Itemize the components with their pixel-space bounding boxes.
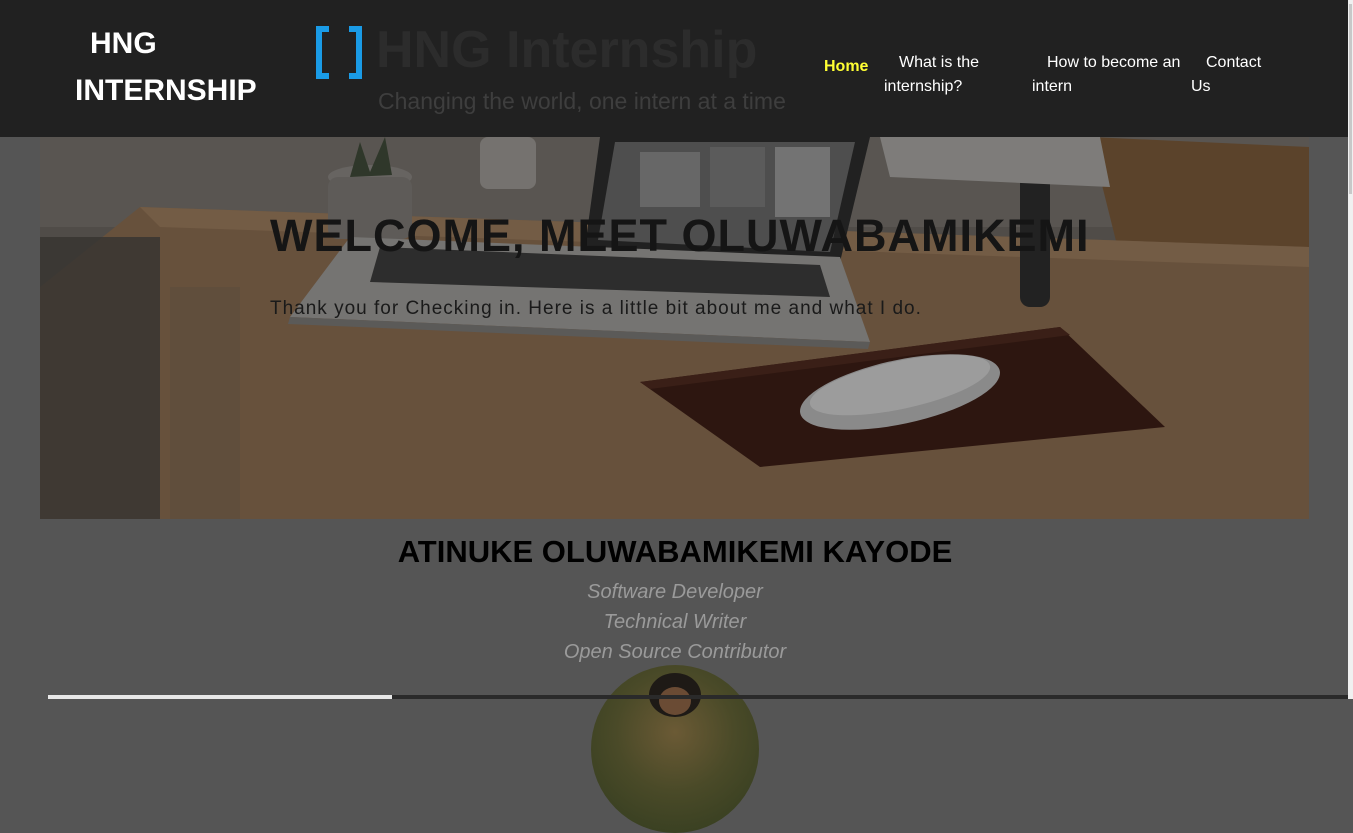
profile-role: Technical Writer xyxy=(603,611,747,633)
profile-role: Open Source Contributor xyxy=(563,641,787,663)
nav-what-is-internship-link[interactable]: What is the internship? xyxy=(884,51,994,99)
hng-bracket-logo-icon xyxy=(316,26,362,79)
profile-photo-image xyxy=(649,673,701,717)
brand-name-line2[interactable]: INTERNSHIP xyxy=(75,76,257,106)
brand-name-line1[interactable]: HNG xyxy=(90,29,157,59)
scrollbar-thumb[interactable] xyxy=(1349,4,1352,194)
logo-tagline: Changing the world, one intern at a time xyxy=(378,88,786,114)
nav-contact-us-link[interactable]: Contact Us xyxy=(1191,51,1271,99)
footer-strip-dark xyxy=(392,695,1353,699)
profile-name: ATINUKE OLUWABAMIKEMI KAYODE xyxy=(397,534,953,569)
hero-title: WELCOME, MEET OLUWABAMIKEMI xyxy=(270,210,1090,261)
site-header: HNG INTERNSHIP HNG Internship Changing t… xyxy=(0,0,1353,137)
logo-title: HNG Internship xyxy=(376,21,758,79)
nav-how-to-become-intern-link[interactable]: How to become an intern xyxy=(1032,51,1192,99)
hero-banner: WELCOME, MEET OLUWABAMIKEMI Thank you fo… xyxy=(40,137,1309,519)
nav-home-link[interactable]: Home xyxy=(824,55,868,79)
footer-strip-light xyxy=(48,695,392,699)
hero-subtitle: Thank you for Checking in. Here is a lit… xyxy=(270,298,922,319)
profile-avatar xyxy=(591,665,759,833)
desk-laptop-background-image xyxy=(40,137,1309,519)
profile-role: Software Developer xyxy=(587,581,763,603)
